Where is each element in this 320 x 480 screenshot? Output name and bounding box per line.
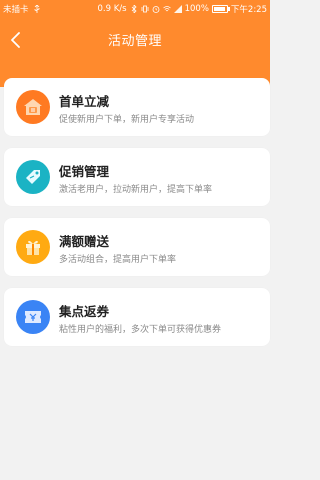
alarm-icon [152, 6, 159, 13]
wifi-icon [162, 6, 171, 12]
chevron-left-icon [11, 32, 20, 48]
card-title: 集点返券 [59, 304, 110, 319]
usb-icon [34, 5, 39, 13]
card-promotion-management[interactable]: 促销管理 激活老用户，拉动新用户，提高下单率 [4, 148, 270, 206]
card-spend-gift[interactable]: 满额赠送 多活动组合，提高用户下单率 [4, 218, 270, 276]
app-header: 未插卡 0.9 K/s 100% 下午2:25 活动管理 [0, 0, 270, 87]
card-title: 促销管理 [59, 164, 110, 179]
status-bar: 未插卡 0.9 K/s 100% 下午2:25 [0, 0, 270, 18]
card-title: 满额赠送 [59, 234, 110, 249]
gift-box-icon [16, 230, 50, 264]
nav-bar: 活动管理 [0, 18, 270, 61]
bluetooth-icon [131, 5, 137, 13]
vibrate-icon [141, 5, 148, 13]
clock-time: 下午2:25 [230, 5, 267, 15]
card-description: 促使新用户下单，新用户专享活动 [59, 115, 195, 125]
house-coupon-icon [16, 90, 50, 124]
battery-percent: 100% [184, 4, 209, 14]
card-description: 多活动组合，提高用户下单率 [59, 255, 177, 265]
card-points-coupon[interactable]: 集点返券 粘性用户的福利，多次下单可获得优惠券 [4, 288, 270, 346]
signal-icon [173, 5, 182, 13]
battery-icon [211, 5, 230, 13]
card-title: 首单立减 [59, 94, 110, 109]
card-first-order-discount[interactable]: 首单立减 促使新用户下单，新用户专享活动 [4, 78, 270, 136]
ticket-icon [16, 300, 50, 334]
back-button[interactable] [6, 30, 26, 50]
card-description: 粘性用户的福利，多次下单可获得优惠券 [59, 325, 222, 335]
page-title: 活动管理 [107, 34, 162, 49]
carrier-label: 未插卡 [3, 5, 29, 15]
network-speed: 0.9 K/s [97, 4, 127, 14]
activity-list: 首单立减 促使新用户下单，新用户专享活动 促销管理 激活老用户，拉动新用户，提高… [4, 78, 270, 358]
price-tag-icon [16, 160, 50, 194]
card-description: 激活老用户，拉动新用户，提高下单率 [59, 185, 213, 195]
